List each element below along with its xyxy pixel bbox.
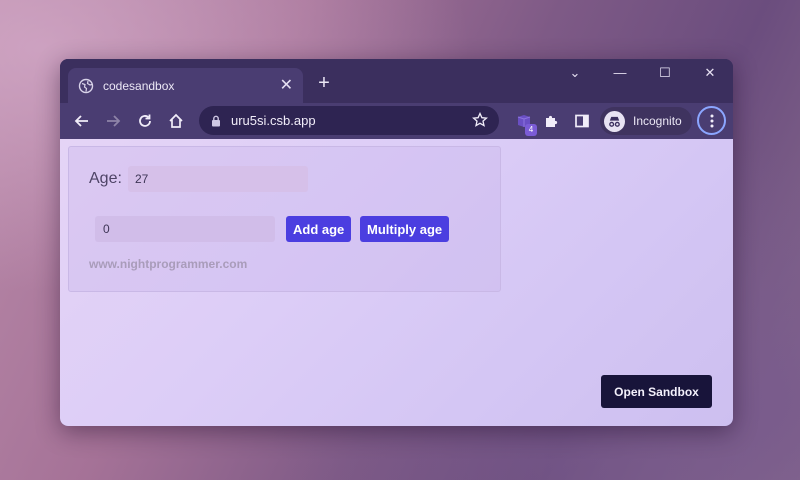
- tab-title: codesandbox: [103, 78, 175, 93]
- amount-field[interactable]: [95, 216, 275, 242]
- back-button[interactable]: [69, 103, 95, 139]
- home-button[interactable]: [163, 103, 189, 139]
- address-bar[interactable]: uru5si.csb.app: [199, 106, 499, 135]
- tab-codesandbox[interactable]: codesandbox ✕: [68, 68, 303, 103]
- open-sandbox-button[interactable]: Open Sandbox: [601, 375, 712, 408]
- incognito-icon: [604, 110, 625, 132]
- maximize-button[interactable]: ☐: [650, 65, 680, 81]
- multiply-age-button[interactable]: Multiply age: [360, 216, 450, 242]
- tab-close-icon[interactable]: ✕: [280, 77, 293, 94]
- lock-icon: [212, 115, 220, 126]
- bookmark-star-icon[interactable]: [472, 112, 488, 128]
- forward-button[interactable]: [100, 103, 126, 139]
- tab-search-dropdown-icon[interactable]: ⌄: [560, 65, 590, 81]
- reload-icon: [139, 114, 151, 127]
- puzzle-icon: [546, 115, 558, 127]
- add-age-button[interactable]: Add age: [286, 216, 352, 242]
- globe-icon: [78, 78, 94, 93]
- minimize-button[interactable]: —: [605, 65, 635, 80]
- more-vertical-icon: [710, 114, 713, 127]
- close-window-button[interactable]: ✕: [695, 65, 725, 81]
- incognito-profile-button[interactable]: Incognito: [600, 107, 692, 135]
- site-credit-link[interactable]: www.nightprogrammer.com: [89, 257, 247, 271]
- side-panel-button[interactable]: [569, 103, 595, 139]
- browser-menu-button[interactable]: [697, 106, 726, 135]
- age-calculator-card: Age: Add age Multiply age www.nightprogr…: [68, 146, 501, 292]
- browser-toolbar: uru5si.csb.app 4 Incognito: [60, 103, 733, 139]
- side-panel-icon: [575, 114, 589, 128]
- new-tab-button[interactable]: +: [313, 72, 335, 94]
- page-viewport: Age: Add age Multiply age www.nightprogr…: [60, 139, 733, 426]
- reload-button[interactable]: [132, 103, 158, 139]
- extension-count-badge: 4: [525, 124, 537, 136]
- title-bar: codesandbox ✕ + ⌄ — ☐ ✕: [60, 59, 733, 103]
- extensions-menu-button[interactable]: [538, 103, 564, 139]
- arrow-right-icon: [107, 115, 121, 127]
- incognito-label: Incognito: [633, 114, 682, 128]
- age-field[interactable]: [128, 166, 308, 192]
- arrow-left-icon: [74, 115, 88, 127]
- age-label: Age:: [89, 170, 122, 187]
- url-text: uru5si.csb.app: [231, 113, 316, 128]
- browser-window: codesandbox ✕ + ⌄ — ☐ ✕ uru5si.csb.app 4: [60, 59, 733, 426]
- home-icon: [169, 113, 183, 128]
